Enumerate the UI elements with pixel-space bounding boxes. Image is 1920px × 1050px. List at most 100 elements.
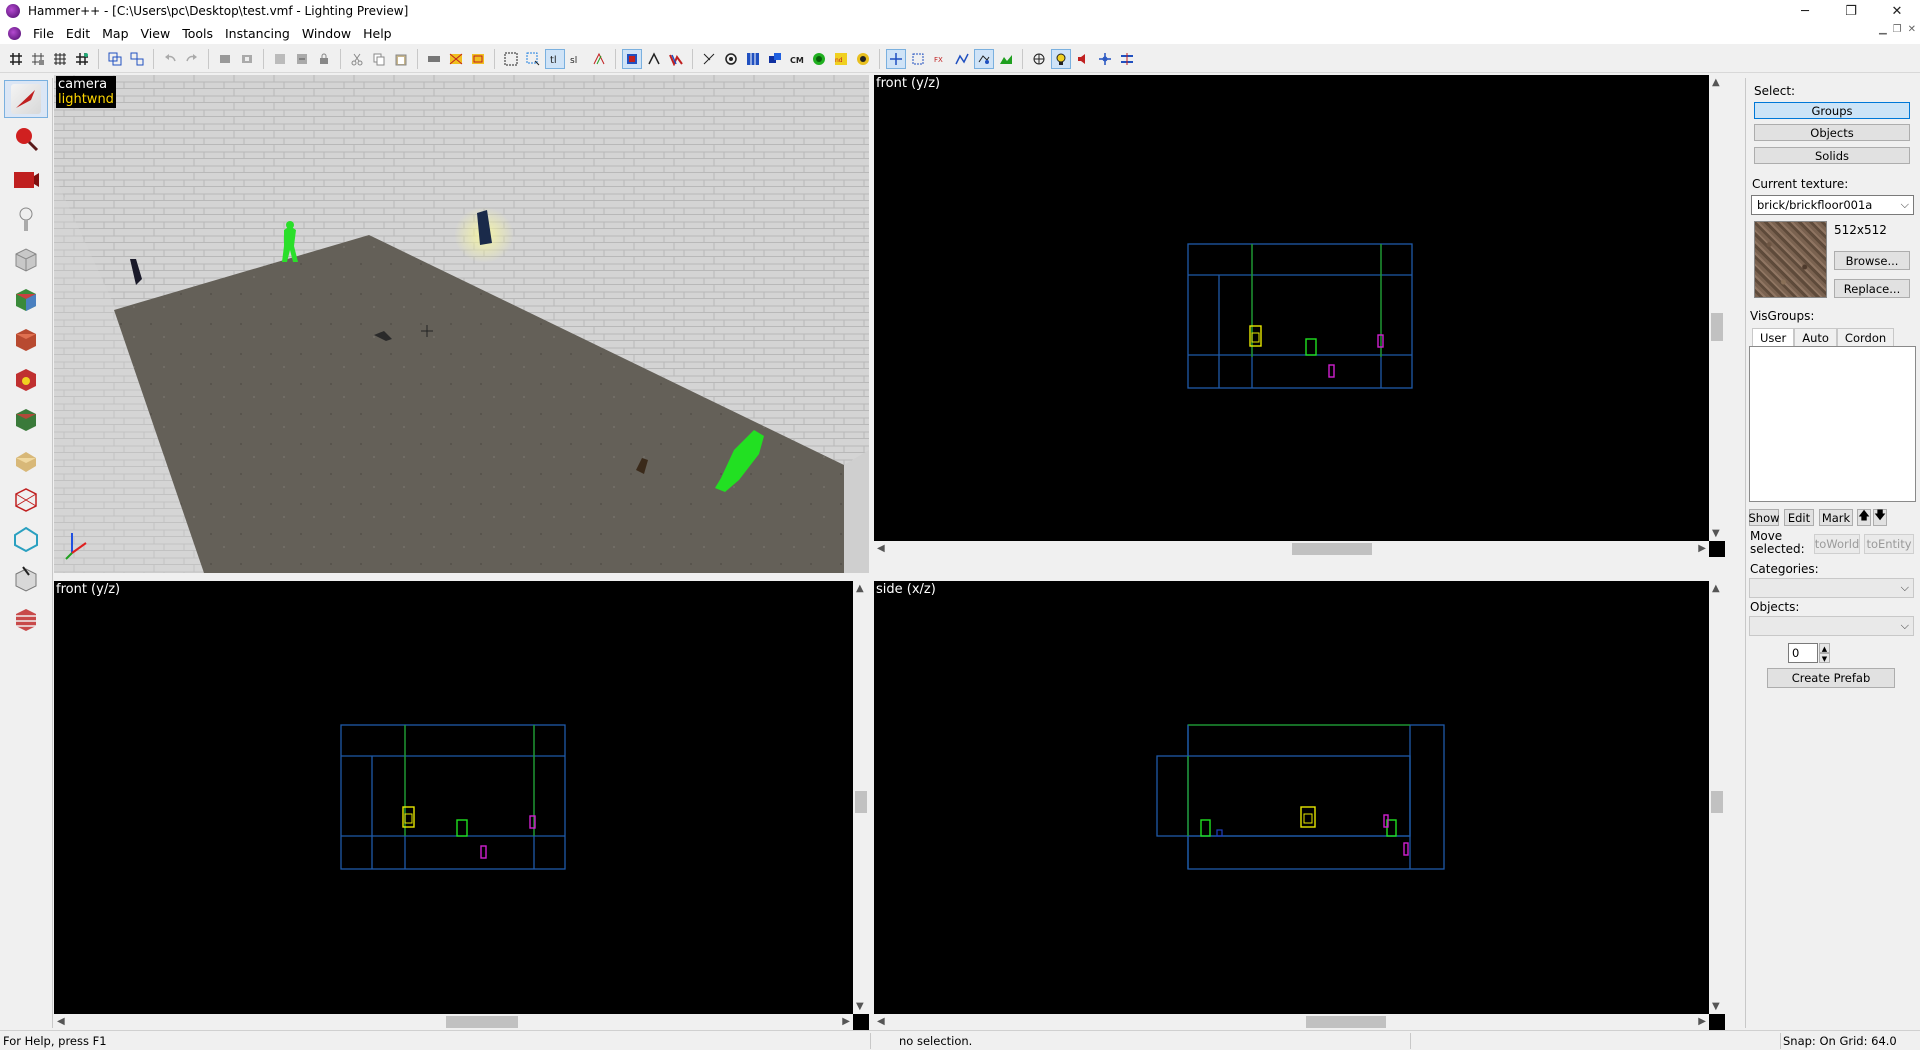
stepper-up-icon[interactable]: ▲ — [1819, 643, 1830, 653]
select-groups-button[interactable]: Groups — [1754, 102, 1910, 119]
objects-count-input[interactable]: 0 — [1788, 643, 1818, 663]
vertical-scrollbar[interactable]: ▲ ▼ — [853, 581, 869, 1014]
to-world-button[interactable]: toWorld — [1814, 534, 1860, 554]
scroll-right-icon[interactable]: ▶ — [1698, 1016, 1706, 1027]
maximize-button[interactable]: ❐ — [1828, 0, 1874, 22]
wireframe-icon[interactable] — [622, 48, 642, 69]
block-tool[interactable] — [4, 240, 48, 278]
cordon-tool[interactable] — [4, 560, 48, 598]
polygon-icon[interactable] — [644, 49, 664, 69]
grid-3d-icon[interactable] — [28, 49, 48, 69]
menu-map[interactable]: Map — [96, 26, 134, 41]
sound-icon[interactable] — [1073, 49, 1093, 69]
select-tool-icon[interactable] — [523, 49, 543, 69]
mdi-close-icon[interactable]: ✕ — [1908, 24, 1916, 35]
path-tool[interactable] — [4, 520, 48, 558]
displacement-icon[interactable]: FX — [930, 49, 950, 69]
categories-dropdown[interactable]: ⌵ — [1749, 578, 1914, 598]
decal-tool[interactable] — [4, 360, 48, 398]
cubemap-icon[interactable]: CM — [787, 49, 807, 69]
select-objects-icon[interactable] — [886, 48, 906, 69]
align-icon[interactable] — [1117, 49, 1137, 69]
particle-icon[interactable] — [1029, 49, 1049, 69]
terrain-icon[interactable] — [996, 49, 1016, 69]
tab-cordon[interactable]: Cordon — [1836, 328, 1895, 346]
cut-icon[interactable] — [347, 49, 367, 69]
carve-lines-icon[interactable] — [589, 49, 609, 69]
toggle-sprites-icon[interactable] — [809, 49, 829, 69]
decal-icon[interactable] — [468, 49, 488, 69]
menu-edit[interactable]: Edit — [60, 26, 96, 41]
select-solids-button[interactable]: Solids — [1754, 147, 1910, 164]
toggle-lights-icon[interactable] — [853, 49, 873, 69]
apply-texture-tool[interactable] — [4, 320, 48, 358]
scroll-up-icon[interactable]: ▲ — [856, 583, 864, 594]
instance-icon[interactable] — [974, 48, 994, 69]
vertical-scrollbar[interactable]: ▲ ▼ — [1709, 581, 1725, 1014]
paste-icon[interactable] — [391, 49, 411, 69]
grid-larger-icon[interactable] — [72, 49, 92, 69]
toggle-groups-icon[interactable] — [765, 49, 785, 69]
objects-dropdown[interactable]: ⌵ — [1749, 616, 1914, 636]
selection-box-icon[interactable] — [501, 49, 521, 69]
texture-apply-icon[interactable] — [446, 49, 466, 69]
horizontal-scrollbar[interactable]: ◀ ▶ — [54, 1014, 853, 1030]
menu-help[interactable]: Help — [357, 26, 398, 41]
show-button[interactable]: Show — [1748, 509, 1780, 526]
menu-view[interactable]: View — [135, 26, 177, 41]
replace-button[interactable]: Replace... — [1834, 279, 1910, 298]
mdi-minimize-icon[interactable]: ▁ — [1879, 24, 1887, 35]
scroll-down-icon[interactable]: ▼ — [1712, 528, 1720, 539]
sweep-tool[interactable] — [4, 600, 48, 638]
menu-tools[interactable]: Tools — [176, 26, 219, 41]
horizontal-scrollbar[interactable]: ◀ ▶ — [874, 1014, 1709, 1030]
texture-lock-toggle-icon[interactable]: tl — [545, 48, 565, 69]
overlay-icon[interactable] — [952, 49, 972, 69]
vertex-tool[interactable] — [4, 480, 48, 518]
scroll-thumb[interactable] — [1711, 791, 1723, 813]
scroll-thumb[interactable] — [855, 791, 867, 813]
overlay-tool[interactable] — [4, 400, 48, 438]
menu-window[interactable]: Window — [296, 26, 357, 41]
browse-button[interactable]: Browse... — [1834, 251, 1910, 270]
selection-hide-icon[interactable] — [270, 49, 290, 69]
crosshair-icon[interactable] — [1095, 49, 1115, 69]
scroll-down-icon[interactable]: ▼ — [856, 1001, 864, 1012]
scroll-thumb[interactable] — [446, 1016, 518, 1028]
undo-icon[interactable] — [160, 49, 180, 69]
entity-tool[interactable] — [4, 200, 48, 238]
tab-auto[interactable]: Auto — [1794, 328, 1837, 346]
group-icon[interactable] — [105, 49, 125, 69]
stepper-down-icon[interactable]: ▼ — [1819, 653, 1830, 663]
clipping-tool[interactable] — [4, 440, 48, 478]
scroll-right-icon[interactable]: ▶ — [1698, 543, 1706, 554]
grid-toggle-icon[interactable] — [6, 49, 26, 69]
document-icon[interactable] — [8, 26, 21, 40]
toggle-models-icon[interactable] — [721, 49, 741, 69]
objects-count-stepper[interactable]: ▲ ▼ — [1819, 643, 1830, 663]
redo-icon[interactable] — [182, 49, 202, 69]
ungroup-icon[interactable] — [127, 49, 147, 69]
visgroup-list[interactable] — [1749, 346, 1916, 502]
hollow-icon[interactable] — [237, 49, 257, 69]
scroll-left-icon[interactable]: ◀ — [877, 543, 885, 554]
scroll-left-icon[interactable]: ◀ — [877, 1016, 885, 1027]
texture-lock-icon[interactable] — [314, 49, 334, 69]
light-preview-icon[interactable] — [1051, 48, 1071, 69]
tab-user[interactable]: User — [1752, 328, 1795, 346]
move-down-button[interactable]: 🡇 — [1873, 508, 1887, 526]
front-viewport-bottom[interactable]: front (y/z) ▲ ▼ ◀ ▶ — [54, 581, 869, 1030]
mdi-restore-icon[interactable]: ❐ — [1893, 24, 1902, 35]
carve-icon[interactable] — [215, 49, 235, 69]
copy-icon[interactable] — [369, 49, 389, 69]
scroll-thumb[interactable] — [1292, 543, 1372, 555]
scissors-icon[interactable] — [699, 49, 719, 69]
move-up-button[interactable]: 🡅 — [1857, 508, 1871, 526]
scroll-up-icon[interactable]: ▲ — [1712, 583, 1720, 594]
to-entity-button[interactable]: toEntity — [1864, 534, 1914, 554]
close-button[interactable]: ✕ — [1874, 0, 1920, 22]
horizontal-scrollbar[interactable]: ◀ ▶ — [874, 541, 1709, 557]
texture-tool[interactable] — [4, 280, 48, 318]
face-texture-icon[interactable] — [424, 49, 444, 69]
scroll-up-icon[interactable]: ▲ — [1712, 77, 1720, 88]
